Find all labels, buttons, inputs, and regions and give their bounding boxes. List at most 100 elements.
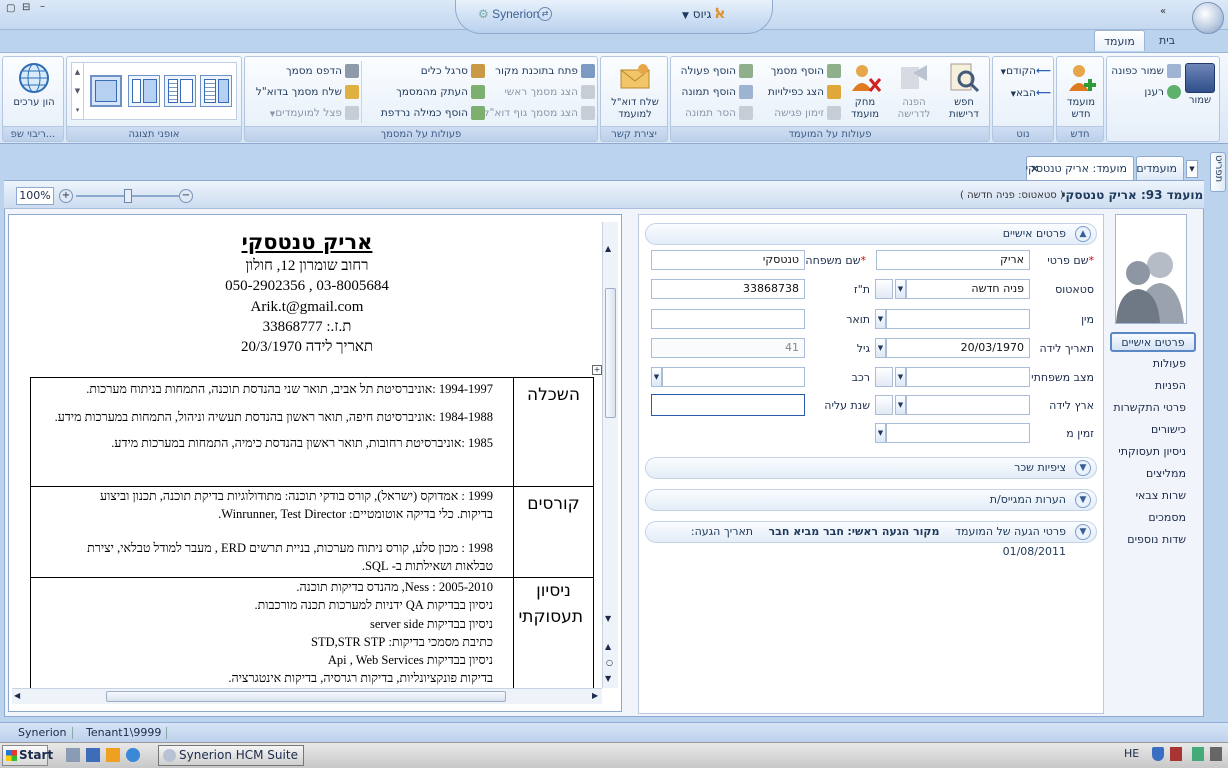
invite-meeting-button[interactable]: זימון פגישה xyxy=(755,105,841,121)
vehicle-field[interactable] xyxy=(662,367,805,387)
section-salary[interactable]: ▼ ציפיות שכר xyxy=(645,457,1097,479)
quicklaunch-ie-icon[interactable] xyxy=(126,748,140,762)
zoom-out-button[interactable]: − xyxy=(179,189,193,203)
vertical-scrollbar[interactable]: ▲ ▼ ▲ ○ ▼ xyxy=(602,222,618,688)
title-dropdown-button[interactable]: ▼ xyxy=(875,309,886,329)
gender-field[interactable] xyxy=(886,309,1030,329)
tabs-dropdown-icon[interactable]: ▼ xyxy=(1186,160,1198,178)
nav-documents[interactable]: מסמכים xyxy=(1148,511,1186,524)
nav-military-service[interactable]: שרות צבאי xyxy=(1136,489,1186,502)
tray-shield-icon[interactable] xyxy=(1152,747,1164,761)
view-list-icon[interactable] xyxy=(164,75,196,107)
marital-field[interactable] xyxy=(906,367,1030,387)
split-to-candidates-button[interactable]: פצל למועמדים▼ xyxy=(261,105,359,121)
delete-candidate-button[interactable]: מחק מועמד xyxy=(843,61,887,121)
tray-app-icon[interactable] xyxy=(1170,747,1182,761)
tab-candidate[interactable]: מועמד xyxy=(1094,30,1145,51)
show-main-doc-button[interactable]: הצג מסמך ראשי xyxy=(491,84,595,100)
scroll-down-icon[interactable]: ▼ xyxy=(605,614,611,623)
language-indicator[interactable]: HE xyxy=(1124,747,1139,760)
show-duplicates-button[interactable]: הצג כפילויות xyxy=(755,84,841,100)
first-name-field[interactable]: אריק xyxy=(876,250,1030,270)
add-attached-note-button[interactable]: הוסף כמילה נרדפת xyxy=(363,105,485,121)
show-email-body-button[interactable]: הצג מסמך גוף דוא"ל xyxy=(477,105,595,121)
section-arrival[interactable]: ▼ פרטי הגעה של המועמד מקור הגעה ראשי: חב… xyxy=(645,521,1097,558)
section-personal-details[interactable]: ▲ פרטים אישיים xyxy=(645,223,1097,245)
view-scroll-down-icon[interactable]: ▼ xyxy=(72,82,84,101)
quicklaunch-desktop-icon[interactable] xyxy=(86,748,100,762)
view-more-icon[interactable]: ▾ xyxy=(72,101,84,119)
send-doc-email-button[interactable]: שלח מסמך בדוא"ל xyxy=(249,84,359,100)
refresh-button[interactable]: רענן xyxy=(1123,84,1181,100)
add-document-button[interactable]: הוסף מסמך xyxy=(759,63,841,79)
prev-button[interactable]: ⟵הקודם▼ xyxy=(995,63,1051,79)
refer-to-job-button[interactable]: הפנה לדרישה xyxy=(891,61,937,121)
toolbar-button[interactable]: סרגל כלים xyxy=(395,63,485,79)
nav-referrals[interactable]: הפניות xyxy=(1155,379,1186,392)
availability-field[interactable] xyxy=(886,423,1030,443)
last-name-field[interactable]: טנטסקי xyxy=(651,250,805,270)
office-orb-icon[interactable] xyxy=(1192,2,1224,34)
close-icon[interactable]: × xyxy=(1030,157,1039,181)
h-scroll-thumb[interactable] xyxy=(106,691,506,702)
aliyah-year-field[interactable] xyxy=(651,394,805,416)
ribbon-collapse[interactable]: « xyxy=(1160,6,1166,17)
new-candidate-button[interactable]: מועמד חדש xyxy=(1061,61,1101,121)
nav-additional-fields[interactable]: שדות נוספים xyxy=(1127,533,1186,546)
remove-picture-button[interactable]: הסר תמונה xyxy=(673,105,753,121)
marital-picker-button[interactable] xyxy=(875,367,893,387)
nav-work-experience[interactable]: ניסיון תעסוקתי xyxy=(1118,445,1186,458)
status-dropdown-button[interactable]: ▼ xyxy=(895,279,906,299)
nav-actions[interactable]: פעולות xyxy=(1153,357,1186,370)
nav-references[interactable]: ממליצים xyxy=(1146,467,1186,480)
scroll-up-icon[interactable]: ▲ xyxy=(605,244,611,253)
view-single-icon[interactable] xyxy=(90,75,122,107)
open-source-button[interactable]: פתח בתוכנת מקור xyxy=(491,63,595,79)
add-action-button[interactable]: הוסף פעולה xyxy=(673,63,753,79)
nav-skills[interactable]: כישורים xyxy=(1151,423,1186,436)
search-jobs-button[interactable]: חפש דרישות xyxy=(941,61,987,121)
id-field[interactable]: 33868738 xyxy=(651,279,805,299)
scroll-right-icon[interactable]: ▶ xyxy=(592,691,598,700)
side-menu-tab[interactable]: תפריט xyxy=(1210,152,1226,192)
tray-volume-icon[interactable] xyxy=(1210,747,1222,761)
marital-dropdown-button[interactable]: ▼ xyxy=(895,367,906,387)
horizontal-scrollbar[interactable]: ◀ ▶ xyxy=(12,688,602,704)
availability-dropdown-button[interactable]: ▼ xyxy=(875,423,886,443)
quicklaunch-explorer-icon[interactable] xyxy=(66,748,80,762)
start-button[interactable]: Start xyxy=(2,745,53,766)
birth-country-field[interactable] xyxy=(906,395,1030,415)
minimize-icon[interactable]: – xyxy=(40,1,45,12)
tray-network-icon[interactable] xyxy=(1192,747,1204,761)
table-move-handle-icon[interactable]: + xyxy=(592,365,602,375)
zoom-value[interactable]: 100% xyxy=(16,187,54,205)
status-picker-button[interactable] xyxy=(875,279,893,299)
minimize-small-icon[interactable]: ⊟ xyxy=(22,2,30,13)
view-detail-icon[interactable] xyxy=(200,75,232,107)
restore-icon[interactable]: ▢ xyxy=(6,3,15,14)
next-button[interactable]: ⟵הבא▼ xyxy=(995,85,1051,101)
section-notes[interactable]: ▼ הערות המגייס/ת xyxy=(645,489,1097,511)
copy-doc-button[interactable]: העתק מהמסמך xyxy=(375,84,485,100)
status-field[interactable]: פניה חדשה xyxy=(906,279,1030,299)
logo-refresh-icon[interactable]: ⇄ xyxy=(538,7,552,21)
next-page-icon[interactable]: ▼ xyxy=(605,674,611,683)
view-split-icon[interactable] xyxy=(128,75,160,107)
tab-home[interactable]: בית xyxy=(1150,30,1184,51)
view-scroll-up-icon[interactable]: ▲ xyxy=(72,63,84,82)
candidate-photo[interactable] xyxy=(1115,214,1187,324)
birth-country-picker-button[interactable] xyxy=(875,395,893,415)
multi-values-button[interactable]: הון ערכים xyxy=(9,61,59,109)
taskbar-app-synerion[interactable]: Synerion HCM Suite xyxy=(158,745,304,766)
prev-page-icon[interactable]: ▲ xyxy=(605,642,611,651)
birth-country-dropdown-button[interactable]: ▼ xyxy=(895,395,906,415)
scroll-thumb[interactable] xyxy=(605,288,616,418)
title-field[interactable] xyxy=(651,309,805,329)
zoom-slider-thumb[interactable] xyxy=(124,189,132,203)
vehicle-dropdown-button[interactable]: ▼ xyxy=(651,367,662,387)
scroll-left-icon[interactable]: ◀ xyxy=(14,691,20,700)
quicklaunch-outlook-icon[interactable] xyxy=(106,748,120,762)
add-picture-button[interactable]: הוסף תמונה xyxy=(673,84,753,100)
print-doc-button[interactable]: הדפס מסמך xyxy=(275,63,359,79)
birth-date-field[interactable]: 20/03/1970 xyxy=(886,338,1030,358)
